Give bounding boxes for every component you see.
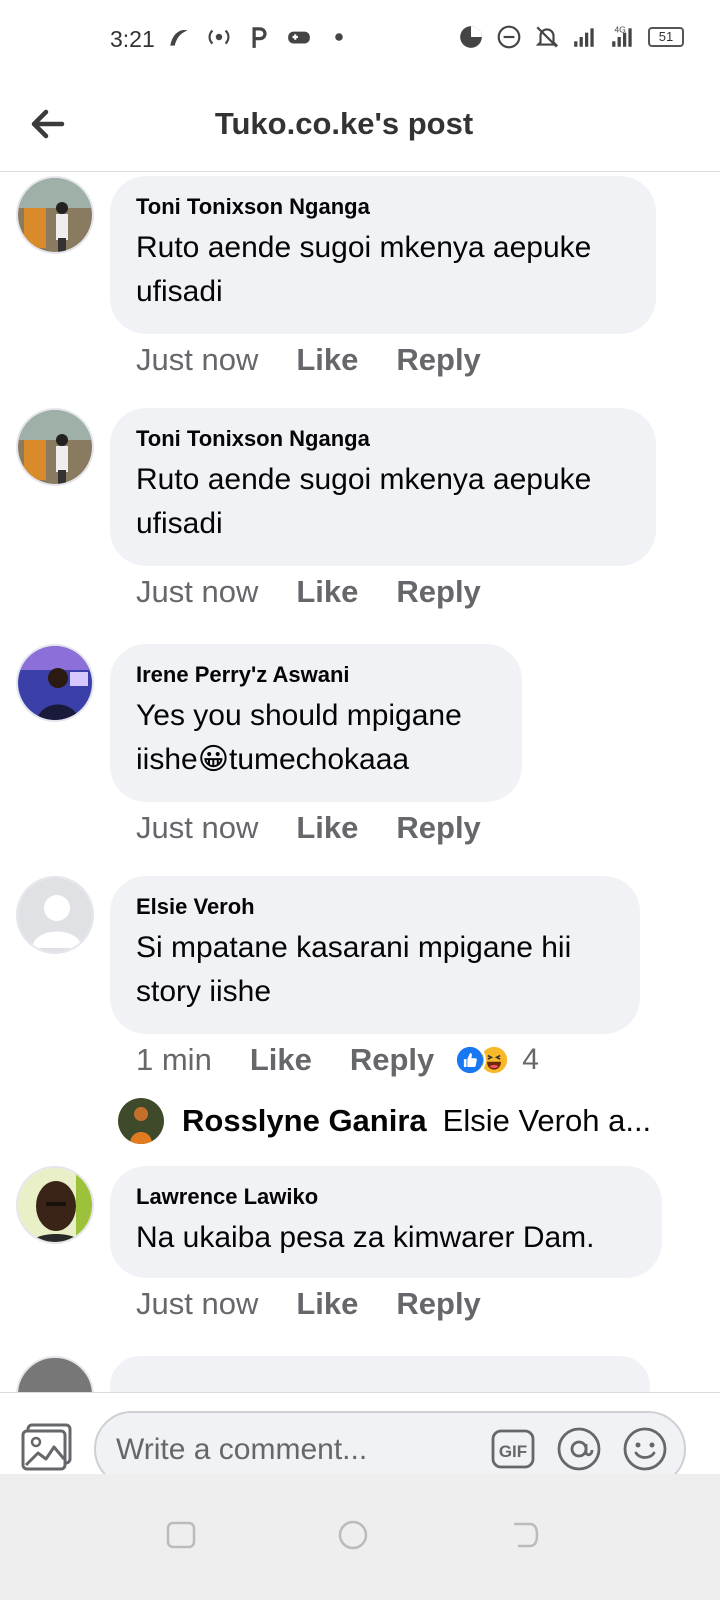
mention-icon[interactable] xyxy=(556,1426,602,1472)
reply-author[interactable]: Rosslyne Ganira xyxy=(182,1103,427,1139)
avatar[interactable] xyxy=(16,408,94,486)
comment-actions: Just now Like Reply xyxy=(136,810,519,846)
game-controller-icon xyxy=(288,31,310,44)
hotspot-icon xyxy=(208,29,230,45)
comment-text: Yes you should mpigane iishe😀tumechokaaa xyxy=(136,699,462,776)
comment-time: Just now xyxy=(136,810,259,845)
data-saver-icon xyxy=(460,26,482,48)
muted-bell-icon xyxy=(535,26,559,48)
comment-bubble[interactable] xyxy=(110,1356,650,1392)
system-nav-bar xyxy=(0,1474,720,1600)
comment-actions: Just now Like Reply xyxy=(136,1286,519,1322)
comment-author[interactable]: Lawrence Lawiko xyxy=(136,1184,636,1210)
comment-actions: Just now Like Reply xyxy=(136,574,519,610)
comment-list: Toni Tonixson Nganga Ruto aende sugoi mk… xyxy=(0,172,720,1392)
avatar[interactable] xyxy=(16,1166,94,1244)
comment-text: Ruto aende sugoi mkenya aepuke ufisadi xyxy=(136,231,592,308)
comment-composer: Write a comment... GIF xyxy=(0,1392,720,1487)
comment-bubble[interactable]: Toni Tonixson Nganga Ruto aende sugoi mk… xyxy=(110,176,656,334)
comment-author[interactable]: Toni Tonixson Nganga xyxy=(136,426,630,452)
do-not-disturb-icon xyxy=(497,25,521,49)
comment-bubble[interactable]: Toni Tonixson Nganga Ruto aende sugoi mk… xyxy=(110,408,656,566)
status-time: 3:21 xyxy=(110,26,155,52)
reaction-summary[interactable]: 4 xyxy=(454,1043,539,1077)
comment-author[interactable]: Elsie Veroh xyxy=(136,894,614,920)
comment-text: Ruto aende sugoi mkenya aepuke ufisadi xyxy=(136,463,592,540)
back-button[interactable] xyxy=(508,1518,542,1552)
comment-author[interactable]: Toni Tonixson Nganga xyxy=(136,194,630,220)
reaction-count: 4 xyxy=(522,1043,539,1076)
gif-icon[interactable]: GIF xyxy=(490,1426,536,1472)
photo-icon[interactable] xyxy=(20,1421,74,1473)
dot-icon xyxy=(335,33,343,41)
comment-actions: 1 min Like Reply 4 xyxy=(136,1042,539,1078)
signal-icon xyxy=(574,28,594,47)
svg-text:GIF: GIF xyxy=(499,1442,527,1461)
comment-bubble[interactable]: Irene Perry'z Aswani Yes you should mpig… xyxy=(110,644,522,802)
comment-time: 1 min xyxy=(136,1042,212,1077)
avatar[interactable] xyxy=(16,876,94,954)
comment-author[interactable]: Irene Perry'z Aswani xyxy=(136,662,496,688)
comment-actions: Just now Like Reply xyxy=(136,342,519,378)
emoji-icon[interactable] xyxy=(622,1426,668,1472)
like-button[interactable]: Like xyxy=(250,1042,312,1078)
reply-preview[interactable]: Rosslyne Ganira Elsie Veroh a... xyxy=(118,1098,651,1144)
comment-time: Just now xyxy=(136,1286,259,1321)
reply-button[interactable]: Reply xyxy=(350,1042,434,1078)
reply-button[interactable]: Reply xyxy=(396,1286,480,1322)
like-button[interactable]: Like xyxy=(296,574,358,610)
grinning-emoji-icon: 😀 xyxy=(197,743,229,776)
signal-4g-icon: 4G xyxy=(612,25,632,47)
status-bar: 3:21 4G 51 xyxy=(0,0,720,80)
battery-icon: 51 xyxy=(648,27,684,47)
avatar[interactable] xyxy=(16,644,94,722)
home-button[interactable] xyxy=(336,1518,370,1552)
svg-text:4G: 4G xyxy=(614,25,626,35)
reply-avatar[interactable] xyxy=(118,1098,164,1144)
recent-apps-button[interactable] xyxy=(164,1518,198,1552)
app-notification-icon xyxy=(170,29,188,46)
reply-button[interactable]: Reply xyxy=(396,574,480,610)
comment-time: Just now xyxy=(136,342,259,377)
like-button[interactable]: Like xyxy=(296,1286,358,1322)
comment-text: Si mpatane kasarani mpigane hii story ii… xyxy=(136,931,572,1008)
comment-bubble[interactable]: Lawrence Lawiko Na ukaiba pesa za kimwar… xyxy=(110,1166,662,1278)
comment-text: Na ukaiba pesa za kimwarer Dam. xyxy=(136,1221,595,1254)
parking-app-icon xyxy=(252,27,267,48)
comment-bubble[interactable]: Elsie Veroh Si mpatane kasarani mpigane … xyxy=(110,876,640,1034)
reply-text: Elsie Veroh a... xyxy=(442,1103,652,1138)
reply-button[interactable]: Reply xyxy=(396,342,480,378)
page-title: Tuko.co.ke's post xyxy=(214,106,474,141)
like-reaction-icon xyxy=(454,1044,487,1076)
avatar[interactable] xyxy=(16,176,94,254)
comment-placeholder: Write a comment... xyxy=(116,1433,368,1466)
like-button[interactable]: Like xyxy=(296,810,358,846)
avatar[interactable] xyxy=(16,1356,94,1392)
post-header: Tuko.co.ke's post xyxy=(0,80,720,172)
comment-time: Just now xyxy=(136,574,259,609)
reply-button[interactable]: Reply xyxy=(396,810,480,846)
like-button[interactable]: Like xyxy=(296,342,358,378)
